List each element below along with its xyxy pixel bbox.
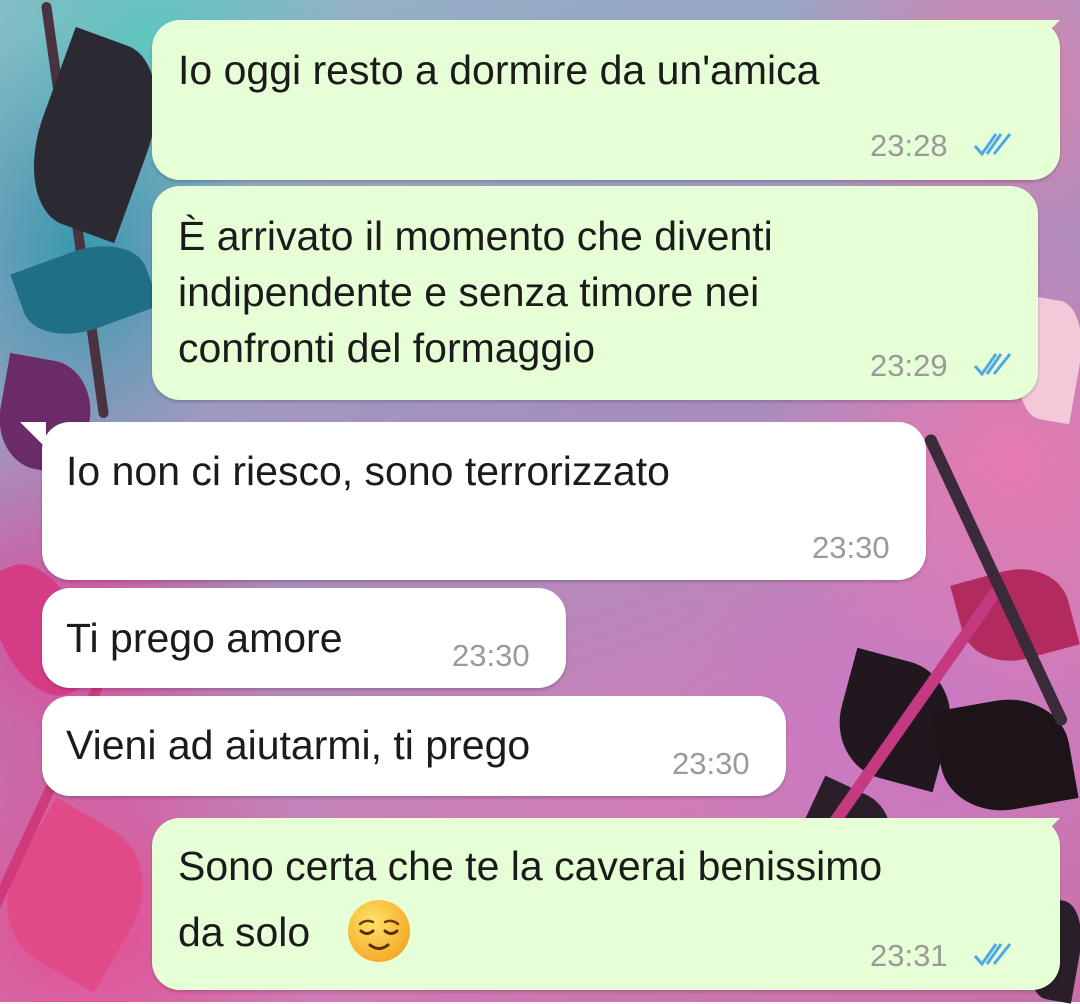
message-timestamp: 23:31 <box>870 938 948 973</box>
message-timestamp: 23:30 <box>672 746 750 781</box>
double-check-read-icon <box>973 133 1012 157</box>
message-timestamp: 23:28 <box>870 128 948 163</box>
message-text-line-2: indipendente e senza timore nei <box>178 269 760 315</box>
message-timestamp: 23:29 <box>870 348 948 383</box>
message-text-line-2: da solo <box>178 909 311 955</box>
message-text: Ti prego amore <box>66 615 343 661</box>
message-text-line-1: È arrivato il momento che diventi <box>178 213 773 259</box>
message-text: Io non ci riesco, sono terrorizzato <box>66 448 670 494</box>
double-check-read-icon <box>973 943 1012 967</box>
message-text-line-1: Sono certa che te la caverai benissimo <box>178 843 883 889</box>
message-text: Io oggi resto a dormire da un'amica <box>178 47 820 93</box>
double-check-read-icon <box>973 353 1012 377</box>
message-text-line-3: confronti del formaggio <box>178 325 596 371</box>
message-text: Vieni ad aiutarmi, ti prego <box>66 722 531 768</box>
relieved-face-emoji <box>348 900 410 962</box>
message-timestamp: 23:30 <box>812 530 890 565</box>
message-timestamp: 23:30 <box>452 638 530 673</box>
